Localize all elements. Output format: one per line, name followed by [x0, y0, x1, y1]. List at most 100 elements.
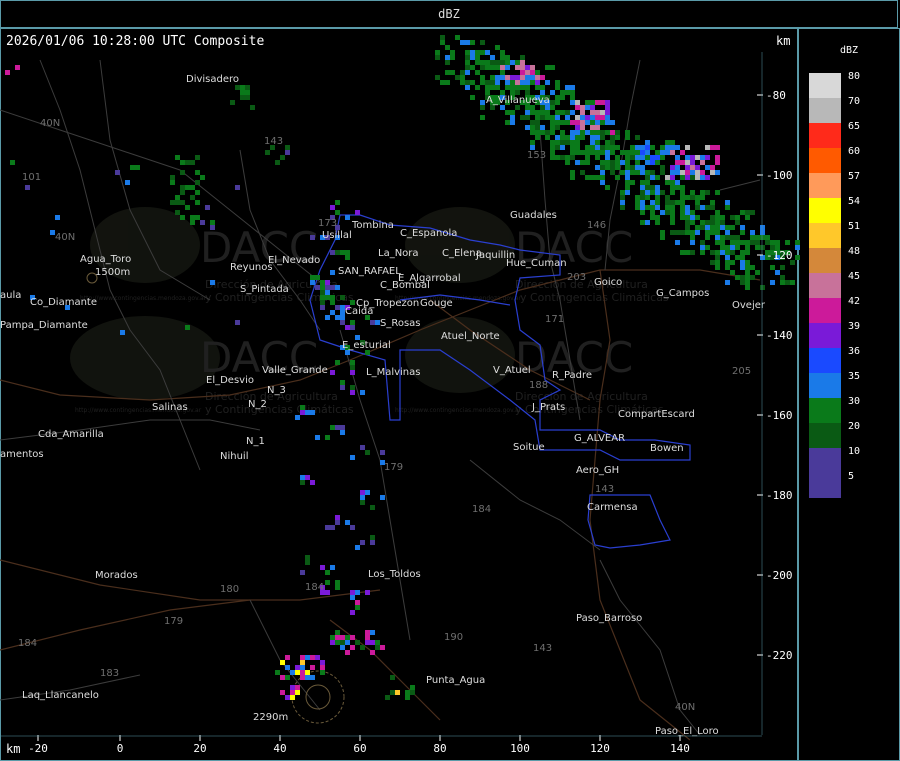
radar-echo-cell	[325, 525, 330, 530]
radar-echo-cell	[710, 170, 715, 175]
radar-echo-cell	[325, 435, 330, 440]
radar-echo-cell	[370, 540, 375, 545]
radar-echo-cell	[705, 155, 710, 160]
legend-label: 60	[848, 146, 861, 157]
radar-echo-cell	[675, 160, 680, 165]
radar-echo-cell	[300, 405, 305, 410]
radar-echo-cell	[750, 210, 755, 215]
radar-echo-cell	[680, 195, 685, 200]
radar-echo-cell	[700, 245, 705, 250]
radar-echo-cell	[670, 140, 675, 145]
radar-echo-cell	[515, 60, 520, 65]
radar-echo-cell	[495, 60, 500, 65]
radar-echo-cell	[320, 285, 325, 290]
radar-echo-cell	[665, 175, 670, 180]
radar-echo-cell	[585, 160, 590, 165]
radar-echo-cell	[745, 250, 750, 255]
radar-echo-cell	[625, 155, 630, 160]
radar-echo-cell	[615, 165, 620, 170]
radar-echo-cell	[640, 155, 645, 160]
route-number: 190	[444, 632, 463, 643]
radar-echo-cell	[650, 185, 655, 190]
radar-echo-cell	[200, 220, 205, 225]
radar-echo-cell	[610, 170, 615, 175]
radar-echo-cell	[310, 665, 315, 670]
place-label: 1500m	[95, 267, 130, 278]
legend-label: 10	[848, 446, 861, 457]
radar-echo-cell	[305, 410, 310, 415]
radar-echo-cell	[525, 125, 530, 130]
radar-echo-cell	[185, 185, 190, 190]
radar-echo-cell	[605, 100, 610, 105]
radar-echo-cell	[330, 270, 335, 275]
radar-echo-cell	[690, 235, 695, 240]
radar-echo-cell	[195, 200, 200, 205]
radar-echo-cell	[240, 90, 245, 95]
radar-echo-cell	[640, 210, 645, 215]
radar-echo-cell	[585, 105, 590, 110]
radar-echo-cell	[320, 660, 325, 665]
radar-echo-cell	[320, 565, 325, 570]
radar-echo-cell	[735, 220, 740, 225]
legend-swatch	[809, 98, 841, 123]
radar-echo-cell	[440, 80, 445, 85]
radar-echo-cell	[25, 185, 30, 190]
radar-echo-cell	[370, 535, 375, 540]
radar-echo-cell	[795, 255, 800, 260]
radar-echo-cell	[445, 55, 450, 60]
radar-echo-cell	[300, 660, 305, 665]
radar-echo-cell	[625, 185, 630, 190]
route-number: 171	[545, 314, 564, 325]
radar-echo-cell	[555, 120, 560, 125]
radar-echo-cell	[345, 325, 350, 330]
radar-echo-cell	[570, 175, 575, 180]
radar-echo-cell	[310, 275, 315, 280]
radar-echo-cell	[550, 150, 555, 155]
radar-echo-cell	[590, 120, 595, 125]
radar-echo-cell	[685, 175, 690, 180]
radar-echo-cell	[655, 155, 660, 160]
radar-echo-cell	[550, 120, 555, 125]
radar-echo-cell	[325, 315, 330, 320]
radar-echo-cell	[640, 220, 645, 225]
radar-echo-cell	[170, 180, 175, 185]
radar-echo-cell	[490, 65, 495, 70]
radar-echo-cell	[350, 645, 355, 650]
radar-echo-cell	[740, 240, 745, 245]
radar-echo-cell	[590, 135, 595, 140]
radar-echo-cell	[740, 265, 745, 270]
radar-echo-cell	[660, 150, 665, 155]
radar-echo-cell	[715, 235, 720, 240]
radar-echo-cell	[645, 140, 650, 145]
legend-label: 80	[848, 71, 861, 82]
radar-echo-cell	[190, 215, 195, 220]
radar-echo-cell	[335, 585, 340, 590]
radar-echo-cell	[730, 260, 735, 265]
radar-echo-cell	[635, 155, 640, 160]
radar-map[interactable]: DACC DACC DACC DACC Dirección de Agricul…	[0, 0, 900, 761]
radar-echo-cell	[575, 130, 580, 135]
radar-echo-cell	[620, 205, 625, 210]
radar-echo-cell	[680, 175, 685, 180]
radar-echo-cell	[285, 695, 290, 700]
radar-echo-cell	[645, 220, 650, 225]
radar-echo-cell	[585, 175, 590, 180]
radar-echo-cell	[330, 250, 335, 255]
radar-echo-cell	[535, 125, 540, 130]
radar-echo-cell	[10, 160, 15, 165]
radar-echo-cell	[500, 70, 505, 75]
radar-echo-cell	[550, 155, 555, 160]
radar-echo-cell	[455, 75, 460, 80]
radar-echo-cell	[365, 630, 370, 635]
radar-echo-cell	[540, 130, 545, 135]
radar-echo-cell	[675, 200, 680, 205]
radar-echo-cell	[595, 125, 600, 130]
radar-echo-cell	[680, 200, 685, 205]
place-label: SAN_RAFAEL	[338, 266, 401, 277]
radar-echo-cell	[305, 560, 310, 565]
radar-echo-cell	[545, 65, 550, 70]
radar-echo-cell	[480, 65, 485, 70]
radar-echo-cell	[290, 685, 295, 690]
radar-echo-cell	[680, 150, 685, 155]
radar-echo-cell	[170, 175, 175, 180]
